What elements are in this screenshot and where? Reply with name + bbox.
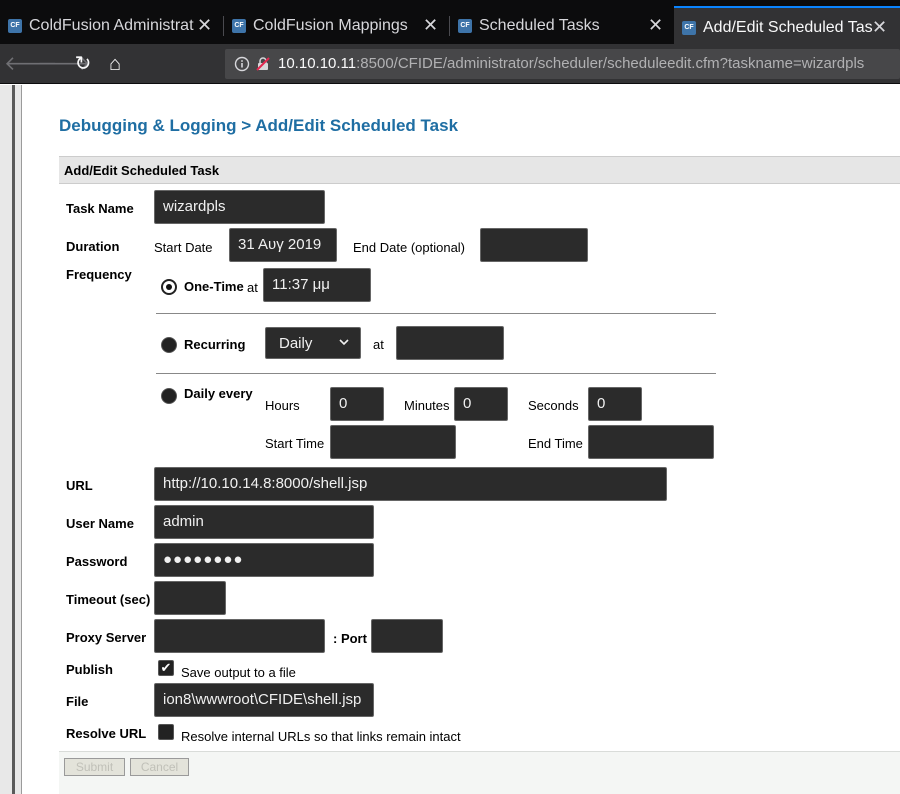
- daily-every-label: Daily every: [184, 386, 253, 401]
- proxy-port-label: : Port: [333, 631, 367, 646]
- frequency-label: Frequency: [66, 267, 132, 282]
- recurring-at-label: at: [373, 337, 384, 352]
- close-tab-icon[interactable]: ✕: [423, 16, 438, 34]
- forward-icon[interactable]: 🡒: [37, 51, 91, 77]
- frequency-divider: [156, 313, 716, 314]
- end-date-input[interactable]: [480, 228, 588, 262]
- home-icon[interactable]: ⌂: [102, 51, 128, 77]
- recurring-radio[interactable]: [161, 337, 177, 353]
- submit-button[interactable]: Submit: [64, 758, 125, 776]
- info-icon[interactable]: [234, 56, 250, 72]
- start-date-label: Start Date: [154, 240, 213, 255]
- coldfusion-favicon-icon: CF: [682, 21, 696, 35]
- proxy-server-label: Proxy Server: [66, 630, 147, 645]
- close-tab-icon[interactable]: ✕: [197, 16, 212, 34]
- user-name-label: User Name: [66, 516, 134, 531]
- tab-strip: CF ColdFusion Administrator ✕ CF ColdFus…: [0, 0, 900, 46]
- resolve-url-checkbox[interactable]: [158, 724, 174, 740]
- recurring-label: Recurring: [184, 337, 246, 352]
- form-button-row: Submit Cancel: [59, 751, 900, 794]
- publish-checkbox-text: Save output to a file: [181, 665, 296, 680]
- reload-icon[interactable]: ↻: [70, 51, 96, 77]
- user-name-input[interactable]: admin: [154, 505, 374, 539]
- chevron-down-icon: [339, 339, 349, 346]
- url-input[interactable]: http://10.10.14.8:8000/shell.jsp: [154, 467, 667, 501]
- task-name-label: Task Name: [66, 201, 134, 216]
- frame-divider: [12, 85, 15, 794]
- one-time-at-label: at: [247, 280, 258, 295]
- coldfusion-favicon-icon: CF: [232, 19, 246, 33]
- end-date-label: End Date (optional): [353, 240, 466, 255]
- end-time-label: End Time: [528, 436, 583, 451]
- tab-coldfusion-administrator[interactable]: CF ColdFusion Administrator ✕: [0, 8, 222, 44]
- proxy-server-input[interactable]: [154, 619, 325, 653]
- insecure-lock-icon[interactable]: [255, 56, 271, 72]
- url-label: URL: [66, 478, 93, 493]
- start-date-input[interactable]: 31 Αυγ 2019: [229, 228, 337, 262]
- close-tab-icon[interactable]: ✕: [872, 18, 887, 36]
- url-bar[interactable]: 10.10.10.11:8500/CFIDE/administrator/sch…: [225, 49, 900, 79]
- proxy-port-input[interactable]: [371, 619, 443, 653]
- url-text[interactable]: 10.10.10.11:8500/CFIDE/administrator/sch…: [278, 55, 864, 72]
- one-time-label: One-Time: [184, 279, 244, 294]
- timeout-input[interactable]: [154, 581, 226, 615]
- cancel-button[interactable]: Cancel: [130, 758, 189, 776]
- form-header-title: Add/Edit Scheduled Task: [64, 163, 220, 178]
- start-time-input[interactable]: [330, 425, 456, 459]
- form-header: Add/Edit Scheduled Task: [59, 156, 900, 184]
- timeout-label: Timeout (sec): [66, 592, 151, 607]
- recurring-interval-select[interactable]: Daily: [265, 327, 361, 359]
- recurring-time-input[interactable]: [396, 326, 504, 360]
- publish-label: Publish: [66, 662, 113, 677]
- tab-coldfusion-mappings[interactable]: CF ColdFusion Mappings ✕: [224, 8, 448, 44]
- file-input[interactable]: ion8\wwwroot\CFIDE\shell.jsp: [154, 683, 374, 717]
- tab-scheduled-tasks[interactable]: CF Scheduled Tasks ✕: [450, 8, 672, 44]
- recurring-interval-value: Daily: [279, 335, 313, 352]
- duration-label: Duration: [66, 239, 120, 254]
- url-host: 10.10.10.11: [278, 55, 357, 72]
- frequency-divider: [156, 373, 716, 374]
- daily-every-radio[interactable]: [161, 388, 177, 404]
- one-time-time-input[interactable]: 11:37 μμ: [263, 268, 371, 302]
- seconds-input[interactable]: 0: [588, 387, 642, 421]
- one-time-radio[interactable]: [161, 279, 177, 295]
- coldfusion-favicon-icon: CF: [8, 19, 22, 33]
- hours-input[interactable]: 0: [330, 387, 384, 421]
- resolve-url-checkbox-text: Resolve internal URLs so that links rema…: [181, 729, 461, 744]
- page-title: Debugging & Logging > Add/Edit Scheduled…: [59, 116, 459, 135]
- navigation-toolbar: 🡐 🡒 ↻ ⌂ 10.10.10.11:8500/CFIDE/administr…: [0, 44, 900, 84]
- minutes-input[interactable]: 0: [454, 387, 508, 421]
- tab-title: Add/Edit Scheduled Task: [703, 19, 873, 36]
- left-frame-border: [0, 85, 22, 794]
- password-input[interactable]: ●●●●●●●●: [154, 543, 374, 577]
- close-tab-icon[interactable]: ✕: [648, 16, 663, 34]
- tab-add-edit-scheduled-task[interactable]: CF Add/Edit Scheduled Task ✕: [674, 6, 900, 46]
- resolve-url-label: Resolve URL: [66, 726, 147, 741]
- hours-label: Hours: [265, 398, 300, 413]
- back-icon[interactable]: 🡐: [4, 51, 58, 77]
- end-time-input[interactable]: [588, 425, 714, 459]
- tab-title: ColdFusion Administrator: [29, 17, 194, 34]
- file-label: File: [66, 694, 89, 709]
- password-label: Password: [66, 554, 128, 569]
- start-time-label: Start Time: [265, 436, 325, 451]
- coldfusion-favicon-icon: CF: [458, 19, 472, 33]
- publish-checkbox[interactable]: ✔: [158, 660, 174, 676]
- task-name-input[interactable]: wizardpls: [154, 190, 325, 224]
- minutes-label: Minutes: [404, 398, 450, 413]
- seconds-label: Seconds: [528, 398, 579, 413]
- tab-title: Scheduled Tasks: [479, 17, 600, 34]
- tab-title: ColdFusion Mappings: [253, 17, 408, 34]
- url-path: :8500/CFIDE/administrator/scheduler/sche…: [356, 55, 865, 72]
